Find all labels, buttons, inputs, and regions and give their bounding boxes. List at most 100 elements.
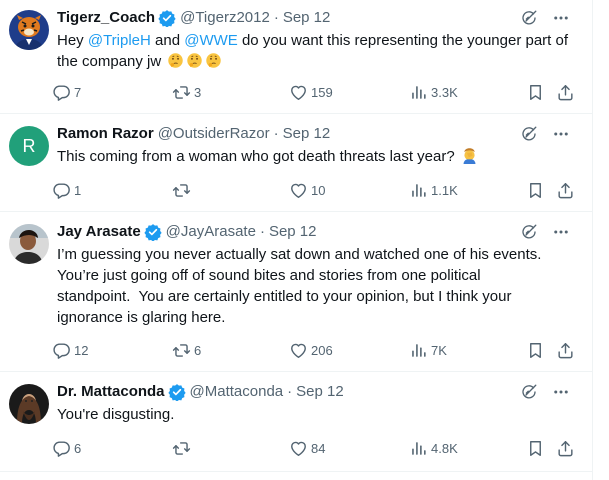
reply-icon — [52, 341, 71, 360]
mention-link[interactable]: @TripleH — [88, 32, 151, 49]
scrollbar[interactable] — [592, 0, 609, 480]
bookmark-button[interactable] — [526, 438, 545, 458]
tweet-jay-arasate[interactable]: Jay Arasate @JayArasate · Sep 12 I’m gue… — [0, 214, 592, 372]
text-line: ignorance is glaring here. — [57, 309, 226, 326]
bookmark-button[interactable] — [526, 340, 545, 360]
timestamp[interactable]: Sep 12 — [283, 8, 331, 28]
repost-button[interactable] — [172, 438, 194, 458]
tweet-text: This coming from a woman who got death t… — [57, 146, 577, 167]
bookmark-icon — [526, 439, 545, 458]
avatar[interactable]: R — [9, 126, 49, 166]
share-icon — [556, 181, 575, 200]
more-icon[interactable] — [552, 125, 570, 143]
avatar[interactable] — [9, 384, 49, 424]
user-handle[interactable]: @OutsiderRazor — [158, 124, 270, 144]
like-count: 206 — [311, 342, 333, 358]
photo-avatar-icon — [9, 224, 49, 264]
grok-icon[interactable] — [520, 125, 538, 143]
text-line: You’re just going off of sound bites and… — [57, 267, 481, 284]
tweet-tigerz-coach[interactable]: Tigerz_Coach @Tigerz2012 · Sep 12 Hey @T… — [0, 0, 592, 114]
more-icon[interactable] — [552, 9, 570, 27]
thinking-face-emoji-icon — [167, 52, 184, 69]
bookmark-button[interactable] — [526, 180, 545, 200]
more-icon[interactable] — [552, 223, 570, 241]
text-segment: This coming from a woman who got death t… — [57, 148, 455, 165]
tweet-text: Hey @TripleH and @WWE do you want this r… — [57, 30, 577, 72]
display-name[interactable]: Tigerz_Coach — [57, 8, 155, 28]
reply-button[interactable]: 6 — [52, 438, 81, 458]
views-count: 3.3K — [431, 84, 458, 100]
tweet-dr-mattaconda[interactable]: Dr. Mattaconda @Mattaconda · Sep 12 You'… — [0, 374, 592, 472]
share-button[interactable] — [556, 82, 575, 102]
avatar-letter: R — [22, 135, 36, 156]
photo-avatar-icon — [9, 384, 49, 424]
repost-icon — [172, 439, 191, 458]
reply-icon — [52, 181, 71, 200]
repost-icon — [172, 341, 191, 360]
bookmark-icon — [526, 341, 545, 360]
reply-count: 7 — [74, 84, 82, 100]
separator: · — [259, 223, 265, 240]
share-button[interactable] — [556, 180, 575, 200]
like-count: 159 — [311, 84, 333, 100]
share-button[interactable] — [556, 438, 575, 458]
like-count: 84 — [311, 440, 326, 456]
action-bar: 6 84 4.8K — [52, 438, 580, 458]
tweet-ramon-razor[interactable]: R Ramon Razor @OutsiderRazor · Sep 12 Th… — [0, 116, 592, 212]
avatar[interactable] — [9, 224, 49, 264]
reply-feed: Tigerz_Coach @Tigerz2012 · Sep 12 Hey @T… — [0, 0, 592, 480]
timestamp[interactable]: Sep 12 — [283, 124, 331, 144]
display-name[interactable]: Jay Arasate — [57, 222, 141, 242]
reply-count: 1 — [74, 182, 82, 198]
like-button[interactable]: 10 — [289, 180, 325, 200]
text-line: I’m guessing you never actually sat down… — [57, 246, 542, 263]
separator: · — [287, 383, 293, 400]
tweet-text: I’m guessing you never actually sat down… — [57, 244, 592, 328]
action-bar: 7 3 159 3.3K — [52, 82, 580, 102]
tweet-header: Tigerz_Coach @Tigerz2012 · Sep 12 — [57, 8, 330, 28]
grok-icon[interactable] — [520, 383, 538, 401]
views-button[interactable]: 1.1K — [409, 180, 458, 200]
views-icon — [409, 439, 428, 458]
more-icon[interactable] — [552, 383, 570, 401]
share-icon — [556, 341, 575, 360]
display-name[interactable]: Dr. Mattaconda — [57, 382, 165, 402]
reply-icon — [52, 83, 71, 102]
bookmark-icon — [526, 83, 545, 102]
user-handle[interactable]: @Tigerz2012 — [180, 8, 270, 28]
reply-button[interactable]: 1 — [52, 180, 81, 200]
like-icon — [289, 439, 308, 458]
repost-button[interactable]: 3 — [172, 82, 201, 102]
share-button[interactable] — [556, 340, 575, 360]
bookmark-button[interactable] — [526, 82, 545, 102]
bookmark-icon — [526, 181, 545, 200]
grok-icon[interactable] — [520, 9, 538, 27]
grok-icon[interactable] — [520, 223, 538, 241]
share-icon — [556, 439, 575, 458]
mention-link[interactable]: @WWE — [184, 32, 238, 49]
views-count: 4.8K — [431, 440, 458, 456]
timestamp[interactable]: Sep 12 — [269, 222, 317, 242]
views-button[interactable]: 3.3K — [409, 82, 458, 102]
verified-badge-icon — [144, 223, 162, 241]
user-handle[interactable]: @JayArasate — [166, 222, 256, 242]
views-button[interactable]: 4.8K — [409, 438, 458, 458]
display-name[interactable]: Ramon Razor — [57, 124, 154, 144]
text-segment: You're disgusting. — [57, 406, 175, 423]
views-button[interactable]: 7K — [409, 340, 447, 360]
repost-button[interactable] — [172, 180, 194, 200]
reply-button[interactable]: 7 — [52, 82, 81, 102]
tweet-text: You're disgusting. — [57, 404, 577, 425]
repost-button[interactable]: 6 — [172, 340, 201, 360]
avatar[interactable] — [9, 10, 49, 50]
timestamp[interactable]: Sep 12 — [296, 382, 344, 402]
like-button[interactable]: 84 — [289, 438, 325, 458]
reply-count: 6 — [74, 440, 82, 456]
separator: · — [273, 125, 279, 142]
reply-button[interactable]: 12 — [52, 340, 88, 360]
user-handle[interactable]: @Mattaconda — [190, 382, 284, 402]
verified-badge-icon — [158, 9, 176, 27]
man-facepalming-emoji-icon — [461, 147, 478, 164]
like-button[interactable]: 159 — [289, 82, 333, 102]
like-button[interactable]: 206 — [289, 340, 333, 360]
